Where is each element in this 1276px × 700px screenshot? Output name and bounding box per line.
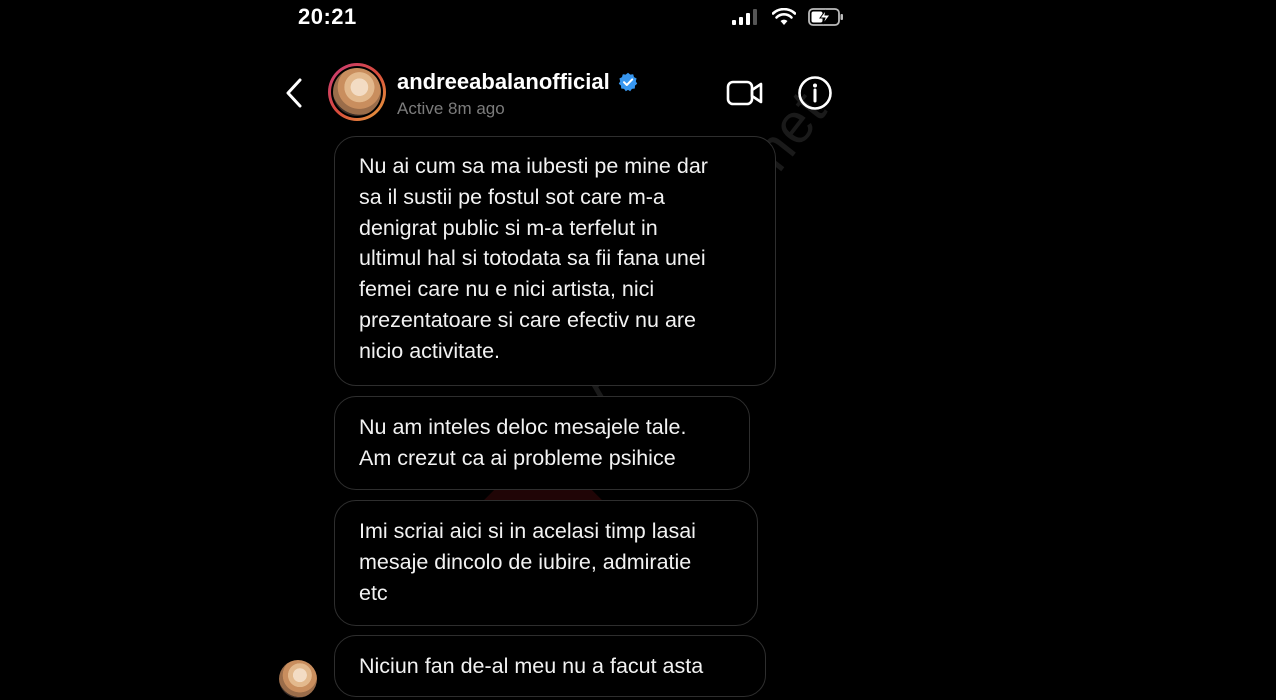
- chevron-left-icon: [286, 78, 302, 108]
- verified-badge-icon: [618, 72, 637, 92]
- video-call-icon: [726, 80, 763, 106]
- info-icon: [798, 76, 832, 110]
- video-call-button[interactable]: [726, 78, 764, 108]
- message-bubble[interactable]: Nu am inteles deloc mesajele tale. Am cr…: [334, 396, 750, 490]
- avatar-image: [333, 68, 381, 116]
- message-bubble[interactable]: Nu ai cum sa ma iubesti pe mine dar sa i…: [334, 136, 776, 386]
- chat-username[interactable]: andreeabalanofficial: [397, 69, 638, 95]
- username-text: andreeabalanofficial: [397, 69, 610, 94]
- sender-avatar[interactable]: [279, 660, 317, 698]
- message-bubble[interactable]: Niciun fan de-al meu nu a facut asta: [334, 635, 766, 697]
- wifi-icon: [772, 8, 796, 25]
- battery-charging-icon: [808, 8, 843, 26]
- profile-avatar[interactable]: [328, 63, 386, 121]
- status-time: 20:21: [298, 4, 357, 29]
- back-button[interactable]: [280, 74, 310, 114]
- dm-chat-screen: 20:21 andreeabalanofficial Active 8m ago…: [0, 0, 1276, 700]
- cellular-signal-icon: [732, 9, 757, 25]
- message-bubble[interactable]: Imi scriai aici si in acelasi timp lasai…: [334, 500, 758, 626]
- active-status: Active 8m ago: [397, 99, 505, 118]
- info-button[interactable]: [797, 75, 833, 111]
- status-icons: [732, 7, 844, 27]
